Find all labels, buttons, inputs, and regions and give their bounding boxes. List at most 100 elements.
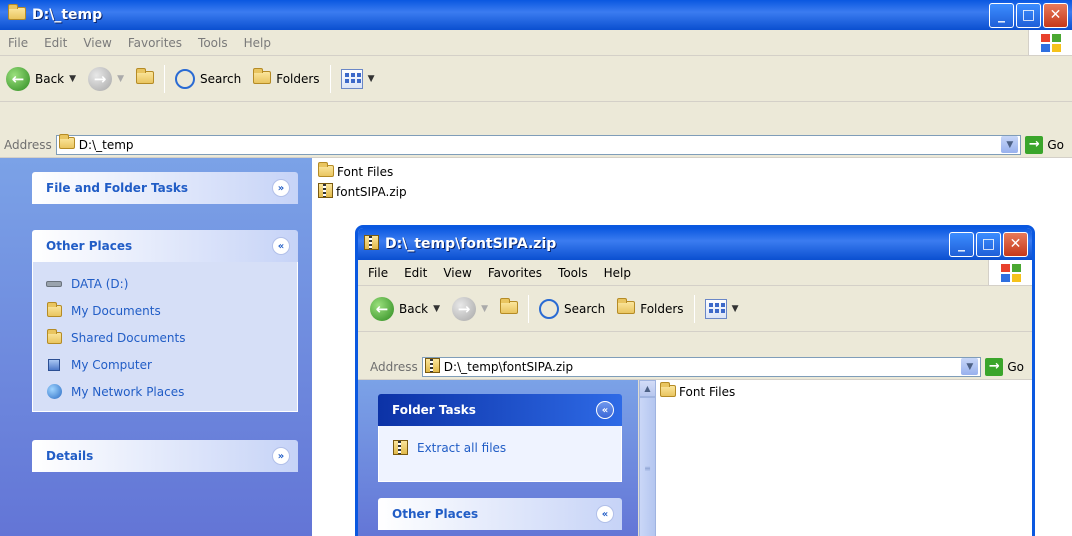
file-item-font-files[interactable]: Font Files — [660, 381, 1028, 402]
menu-favorites[interactable]: Favorites — [120, 36, 190, 50]
maximize-button[interactable]: □ — [976, 231, 1001, 257]
views-button[interactable]: ▼ — [335, 56, 381, 101]
address-bar: Address D:\_temp\fontSIPA.zip ▼ → Go — [358, 354, 1032, 380]
vertical-scrollbar[interactable]: ▲ ≡ — [638, 380, 656, 536]
menu-edit[interactable]: Edit — [36, 36, 75, 50]
panel-title: Other Places — [46, 239, 133, 253]
back-label: Back — [399, 301, 429, 316]
go-arrow-icon: → — [985, 357, 1004, 376]
file-label: fontSIPA.zip — [336, 185, 407, 199]
up-folder-button[interactable] — [494, 286, 524, 331]
windows-logo-icon — [1028, 30, 1072, 55]
collapse-chevron-icon[interactable]: « — [596, 505, 614, 523]
menu-view[interactable]: View — [75, 36, 119, 50]
back-button[interactable]: ← Back ▼ — [358, 286, 446, 331]
back-label: Back — [35, 71, 65, 86]
menu-help[interactable]: Help — [596, 266, 639, 280]
folder-tasks-header[interactable]: Folder Tasks « — [378, 394, 622, 426]
place-item-shared-documents[interactable]: Shared Documents — [45, 324, 285, 351]
search-icon — [538, 298, 559, 319]
address-input[interactable]: D:\_temp ▼ — [55, 134, 1022, 155]
menu-file[interactable]: File — [358, 266, 396, 280]
minimize-button[interactable]: _ — [989, 2, 1014, 28]
go-button[interactable]: → Go — [981, 357, 1032, 376]
place-item-my-network-places[interactable]: My Network Places — [45, 378, 285, 405]
minimize-button[interactable]: _ — [949, 231, 974, 257]
place-label: My Computer — [71, 357, 152, 372]
panel-title: File and Folder Tasks — [46, 181, 189, 195]
menu-tools[interactable]: Tools — [190, 36, 236, 50]
other-places-header[interactable]: Other Places « — [32, 230, 298, 262]
place-item-data-drive[interactable]: DATA (D:) — [45, 270, 285, 297]
panel-title: Other Places — [392, 507, 479, 521]
close-button[interactable]: ✕ — [1003, 231, 1028, 257]
search-button[interactable]: Search — [533, 286, 611, 331]
scroll-up-button[interactable]: ▲ — [639, 380, 656, 397]
file-item-fontsipa-zip[interactable]: fontSIPA.zip — [318, 182, 1066, 202]
menu-file[interactable]: File — [0, 36, 36, 50]
file-item-font-files[interactable]: Font Files — [318, 161, 1066, 182]
place-label: My Documents — [71, 303, 161, 318]
place-item-my-computer[interactable]: My Computer — [45, 351, 285, 378]
folder-icon — [318, 161, 334, 180]
back-button[interactable]: ← Back ▼ — [0, 56, 82, 101]
place-label: My Network Places — [71, 384, 185, 399]
front-window-titlebar[interactable]: D:\_temp\fontSIPA.zip _ □ ✕ — [358, 228, 1032, 260]
maximize-button[interactable]: □ — [1016, 2, 1041, 28]
documents-folder-icon — [45, 301, 63, 319]
folders-button[interactable]: Folders — [247, 56, 325, 101]
task-pane: File and Folder Tasks » Other Places « D… — [0, 158, 312, 536]
up-folder-button[interactable] — [130, 56, 160, 101]
folder-tasks-panel: Folder Tasks « Extract all files — [378, 394, 622, 482]
chevron-down-icon: ▼ — [117, 73, 124, 84]
details-header[interactable]: Details » — [32, 440, 298, 472]
menu-help[interactable]: Help — [236, 36, 279, 50]
folders-button[interactable]: Folders — [611, 286, 689, 331]
other-places-header[interactable]: Other Places « — [378, 498, 622, 530]
address-dropdown-button[interactable]: ▼ — [1001, 136, 1019, 153]
zip-folder-icon — [318, 183, 333, 201]
collapse-chevron-icon[interactable]: « — [596, 401, 614, 419]
chevron-down-icon: ▼ — [69, 73, 77, 84]
forward-button[interactable]: → ▼ — [446, 286, 494, 331]
chevron-down-icon: ▼ — [367, 73, 375, 84]
file-folder-tasks-header[interactable]: File and Folder Tasks » — [32, 172, 298, 204]
forward-button[interactable]: → ▼ — [82, 56, 130, 101]
toolbar-separator — [693, 294, 695, 323]
folder-icon — [660, 381, 676, 400]
shared-folder-icon — [45, 328, 63, 346]
collapse-chevron-icon[interactable]: « — [272, 237, 290, 255]
file-label: Font Files — [337, 165, 394, 179]
place-item-my-documents[interactable]: My Documents — [45, 297, 285, 324]
search-label: Search — [563, 301, 606, 316]
up-folder-icon — [135, 67, 154, 87]
go-label: Go — [1047, 137, 1064, 152]
close-button[interactable]: ✕ — [1043, 2, 1068, 28]
menu-tools[interactable]: Tools — [550, 266, 596, 280]
menu-edit[interactable]: Edit — [396, 266, 435, 280]
search-button[interactable]: Search — [169, 56, 247, 101]
computer-icon — [45, 357, 63, 373]
address-input[interactable]: D:\_temp\fontSIPA.zip ▼ — [421, 356, 982, 377]
folders-label: Folders — [276, 71, 320, 86]
extract-all-files-link[interactable]: Extract all files — [391, 434, 609, 461]
search-icon — [174, 68, 195, 89]
go-button[interactable]: → Go — [1021, 135, 1072, 154]
expand-chevron-icon[interactable]: » — [272, 447, 290, 465]
chevron-down-icon: ▼ — [433, 303, 441, 314]
search-label: Search — [199, 71, 242, 86]
place-label: DATA (D:) — [71, 276, 129, 291]
menu-favorites[interactable]: Favorites — [480, 266, 550, 280]
task-pane: Folder Tasks « Extract all files Other P… — [358, 380, 638, 536]
back-window-titlebar[interactable]: D:\_temp _ □ ✕ — [0, 0, 1072, 30]
menu-view[interactable]: View — [435, 266, 479, 280]
scrollbar-thumb[interactable]: ≡ — [639, 397, 656, 536]
address-dropdown-button[interactable]: ▼ — [961, 358, 979, 375]
back-arrow-icon: ← — [370, 296, 394, 321]
views-button[interactable]: ▼ — [699, 286, 745, 331]
go-label: Go — [1007, 359, 1024, 374]
expand-chevron-icon[interactable]: » — [272, 179, 290, 197]
file-folder-tasks-panel: File and Folder Tasks » — [32, 172, 298, 204]
extract-zip-icon — [391, 440, 409, 456]
toolbar-separator — [527, 294, 529, 323]
